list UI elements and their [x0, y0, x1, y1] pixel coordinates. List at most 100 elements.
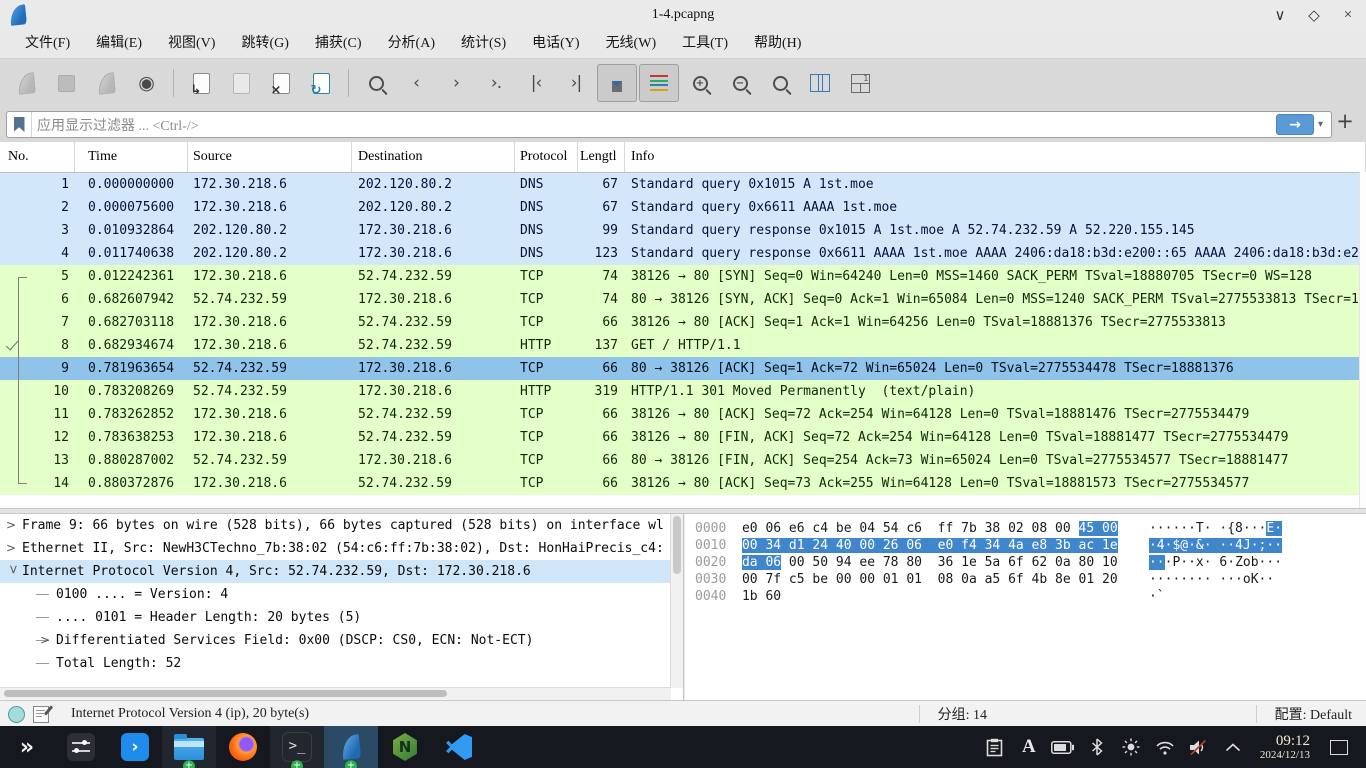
- hex-row[interactable]: 0040 1b 60 ·`: [685, 588, 1366, 605]
- clock-time: 09:12: [1260, 733, 1310, 750]
- taskbar-item-vscode[interactable]: [432, 726, 486, 768]
- minimize-button[interactable]: ∨: [1270, 6, 1290, 25]
- hex-row[interactable]: 0030 00 7f c5 be 00 00 01 01 08 0a a5 6f…: [685, 571, 1366, 588]
- taskbar-item-launcher[interactable]: »: [0, 726, 54, 768]
- packet-row-selected[interactable]: 90.78196365452.74.232.59172.30.218.6TCP6…: [0, 357, 1366, 380]
- detail-vertical-scrollbar[interactable]: [670, 514, 683, 688]
- tray-bluetooth-icon[interactable]: [1084, 734, 1110, 760]
- expand-arrow-icon[interactable]: >: [40, 629, 54, 652]
- close-button[interactable]: ×: [1338, 7, 1358, 24]
- go-back-button[interactable]: ‹: [397, 65, 435, 101]
- menu-tools[interactable]: 工具(T): [669, 30, 741, 58]
- packet-list-scrollbar[interactable]: [1359, 172, 1366, 508]
- capture-comment-icon[interactable]: [33, 706, 49, 723]
- add-filter-button[interactable]: +: [1334, 109, 1356, 133]
- menu-view[interactable]: 视图(V): [155, 30, 228, 58]
- hex-row[interactable]: 0020 da 06 00 50 94 ee 78 80 36 1e 5a 6f…: [685, 554, 1366, 571]
- hex-row[interactable]: 0010 00 34 d1 24 40 00 26 06 e0 f4 34 4a…: [685, 537, 1366, 554]
- taskbar-item-firefox[interactable]: [216, 726, 270, 768]
- menu-go[interactable]: 跳转(G): [228, 30, 301, 58]
- zoom-in-button[interactable]: +: [681, 65, 719, 101]
- show-desktop-button[interactable]: [1330, 740, 1348, 755]
- detail-horizontal-scrollbar[interactable]: [0, 687, 671, 700]
- detail-row[interactable]: .... 0101 = Header Length: 20 bytes (5): [0, 606, 683, 629]
- last-packet-button[interactable]: ›|: [557, 65, 595, 101]
- packet-row[interactable]: 50.012242361172.30.218.652.74.232.59TCP7…: [0, 265, 1366, 288]
- zoom-reset-button[interactable]: [761, 65, 799, 101]
- tray-brightness-icon[interactable]: [1118, 734, 1144, 760]
- tray-clipboard-icon[interactable]: [982, 734, 1008, 760]
- packet-row[interactable]: 40.011740638202.120.80.2172.30.218.6DNS1…: [0, 242, 1366, 265]
- hex-row[interactable]: 0000 e0 06 e6 c4 be 04 54 c6 ff 7b 38 02…: [685, 520, 1366, 537]
- menu-edit[interactable]: 编辑(E): [83, 30, 155, 58]
- go-forward-button[interactable]: ›: [437, 65, 475, 101]
- packet-row[interactable]: 30.010932864202.120.80.2172.30.218.6DNS9…: [0, 219, 1366, 242]
- menu-wireless[interactable]: 无线(W): [593, 30, 670, 58]
- apply-filter-button[interactable]: →: [1276, 114, 1314, 135]
- menu-statistics[interactable]: 统计(S): [448, 30, 519, 58]
- open-file-button[interactable]: ↳: [182, 65, 220, 101]
- taskbar-item-wireshark[interactable]: +: [324, 726, 378, 768]
- colorize-toggle[interactable]: [639, 64, 679, 102]
- resize-columns-button[interactable]: [801, 65, 839, 101]
- menu-file[interactable]: 文件(F): [12, 30, 83, 58]
- menu-capture[interactable]: 捕获(C): [302, 30, 375, 58]
- expert-info-icon[interactable]: [8, 706, 25, 723]
- display-filter-input[interactable]: 应用显示过滤器 ... <Ctrl-/> → ▾: [6, 111, 1332, 138]
- column-header-length[interactable]: Lengtl: [578, 142, 625, 172]
- filter-bookmark-icon[interactable]: [7, 112, 32, 137]
- packet-row[interactable]: 80.682934674172.30.218.652.74.232.59HTTP…: [0, 334, 1366, 357]
- first-packet-button[interactable]: |‹: [517, 65, 555, 101]
- packet-row[interactable]: 70.682703118172.30.218.652.74.232.59TCP6…: [0, 311, 1366, 334]
- collapse-arrow-icon[interactable]: >: [2, 565, 25, 579]
- status-profile[interactable]: 配置: Default: [1257, 704, 1366, 724]
- tray-input-method-icon[interactable]: A: [1016, 734, 1042, 760]
- tray-chevron-up-icon[interactable]: [1220, 734, 1246, 760]
- detail-row[interactable]: 0100 .... = Version: 4: [0, 583, 683, 606]
- packet-source: 172.30.218.6: [188, 265, 352, 288]
- find-packet-button[interactable]: [357, 65, 395, 101]
- capture-options-button[interactable]: ◉: [127, 65, 165, 101]
- taskbar-item-app-store[interactable]: ›: [108, 726, 162, 768]
- taskbar-item-file-manager[interactable]: +: [162, 726, 216, 768]
- taskbar-item-neovim[interactable]: N: [378, 726, 432, 768]
- detail-row[interactable]: >Differentiated Services Field: 0x00 (DS…: [0, 629, 683, 652]
- maximize-button[interactable]: ◇: [1304, 6, 1324, 25]
- auto-scroll-toggle[interactable]: [597, 64, 637, 102]
- column-header-info[interactable]: Info: [625, 142, 1366, 172]
- go-to-packet-button[interactable]: ›.: [477, 65, 515, 101]
- packet-row[interactable]: 140.880372876172.30.218.652.74.232.59TCP…: [0, 472, 1366, 495]
- reload-file-button[interactable]: ↻: [302, 65, 340, 101]
- detail-row[interactable]: >Ethernet II, Src: NewH3CTechno_7b:38:02…: [0, 537, 683, 560]
- column-header-time[interactable]: Time: [75, 142, 188, 172]
- packet-row[interactable]: 10.000000000172.30.218.6202.120.80.2DNS6…: [0, 173, 1366, 196]
- detail-row[interactable]: Total Length: 52: [0, 652, 683, 675]
- detail-row[interactable]: >Frame 9: 66 bytes on wire (528 bits), 6…: [0, 514, 683, 537]
- close-file-button[interactable]: ×: [262, 65, 300, 101]
- column-header-no[interactable]: No.: [0, 142, 75, 172]
- taskbar-clock[interactable]: 09:122024/12/13: [1260, 733, 1310, 762]
- column-header-destination[interactable]: Destination: [352, 142, 515, 172]
- expand-arrow-icon[interactable]: >: [6, 514, 20, 537]
- packet-row[interactable]: 20.000075600172.30.218.6202.120.80.2DNS6…: [0, 196, 1366, 219]
- packet-row[interactable]: 130.88028700252.74.232.59172.30.218.6TCP…: [0, 449, 1366, 472]
- column-header-protocol[interactable]: Protocol: [515, 142, 578, 172]
- packet-row[interactable]: 110.783262852172.30.218.652.74.232.59TCP…: [0, 403, 1366, 426]
- menu-telephony[interactable]: 电话(Y): [519, 30, 592, 58]
- packet-row[interactable]: 60.68260794252.74.232.59172.30.218.6TCP7…: [0, 288, 1366, 311]
- menu-help[interactable]: 帮助(H): [741, 30, 814, 58]
- tray-volume-muted-icon[interactable]: [1186, 734, 1212, 760]
- filter-dropdown-caret[interactable]: ▾: [1318, 119, 1323, 130]
- taskbar-item-control-center[interactable]: [54, 726, 108, 768]
- detail-row[interactable]: >Internet Protocol Version 4, Src: 52.74…: [0, 560, 683, 583]
- packet-row[interactable]: 120.783638253172.30.218.652.74.232.59TCP…: [0, 426, 1366, 449]
- tray-wifi-icon[interactable]: [1152, 734, 1178, 760]
- column-header-source[interactable]: Source: [188, 142, 352, 172]
- packet-row[interactable]: 100.78320826952.74.232.59172.30.218.6HTT…: [0, 380, 1366, 403]
- expand-arrow-icon[interactable]: >: [6, 537, 20, 560]
- zoom-out-button[interactable]: −: [721, 65, 759, 101]
- normal-size-button[interactable]: 1: [841, 65, 879, 101]
- menu-analyze[interactable]: 分析(A): [375, 30, 448, 58]
- tray-battery-icon[interactable]: [1050, 734, 1076, 760]
- taskbar-item-terminal[interactable]: >_+: [270, 726, 324, 768]
